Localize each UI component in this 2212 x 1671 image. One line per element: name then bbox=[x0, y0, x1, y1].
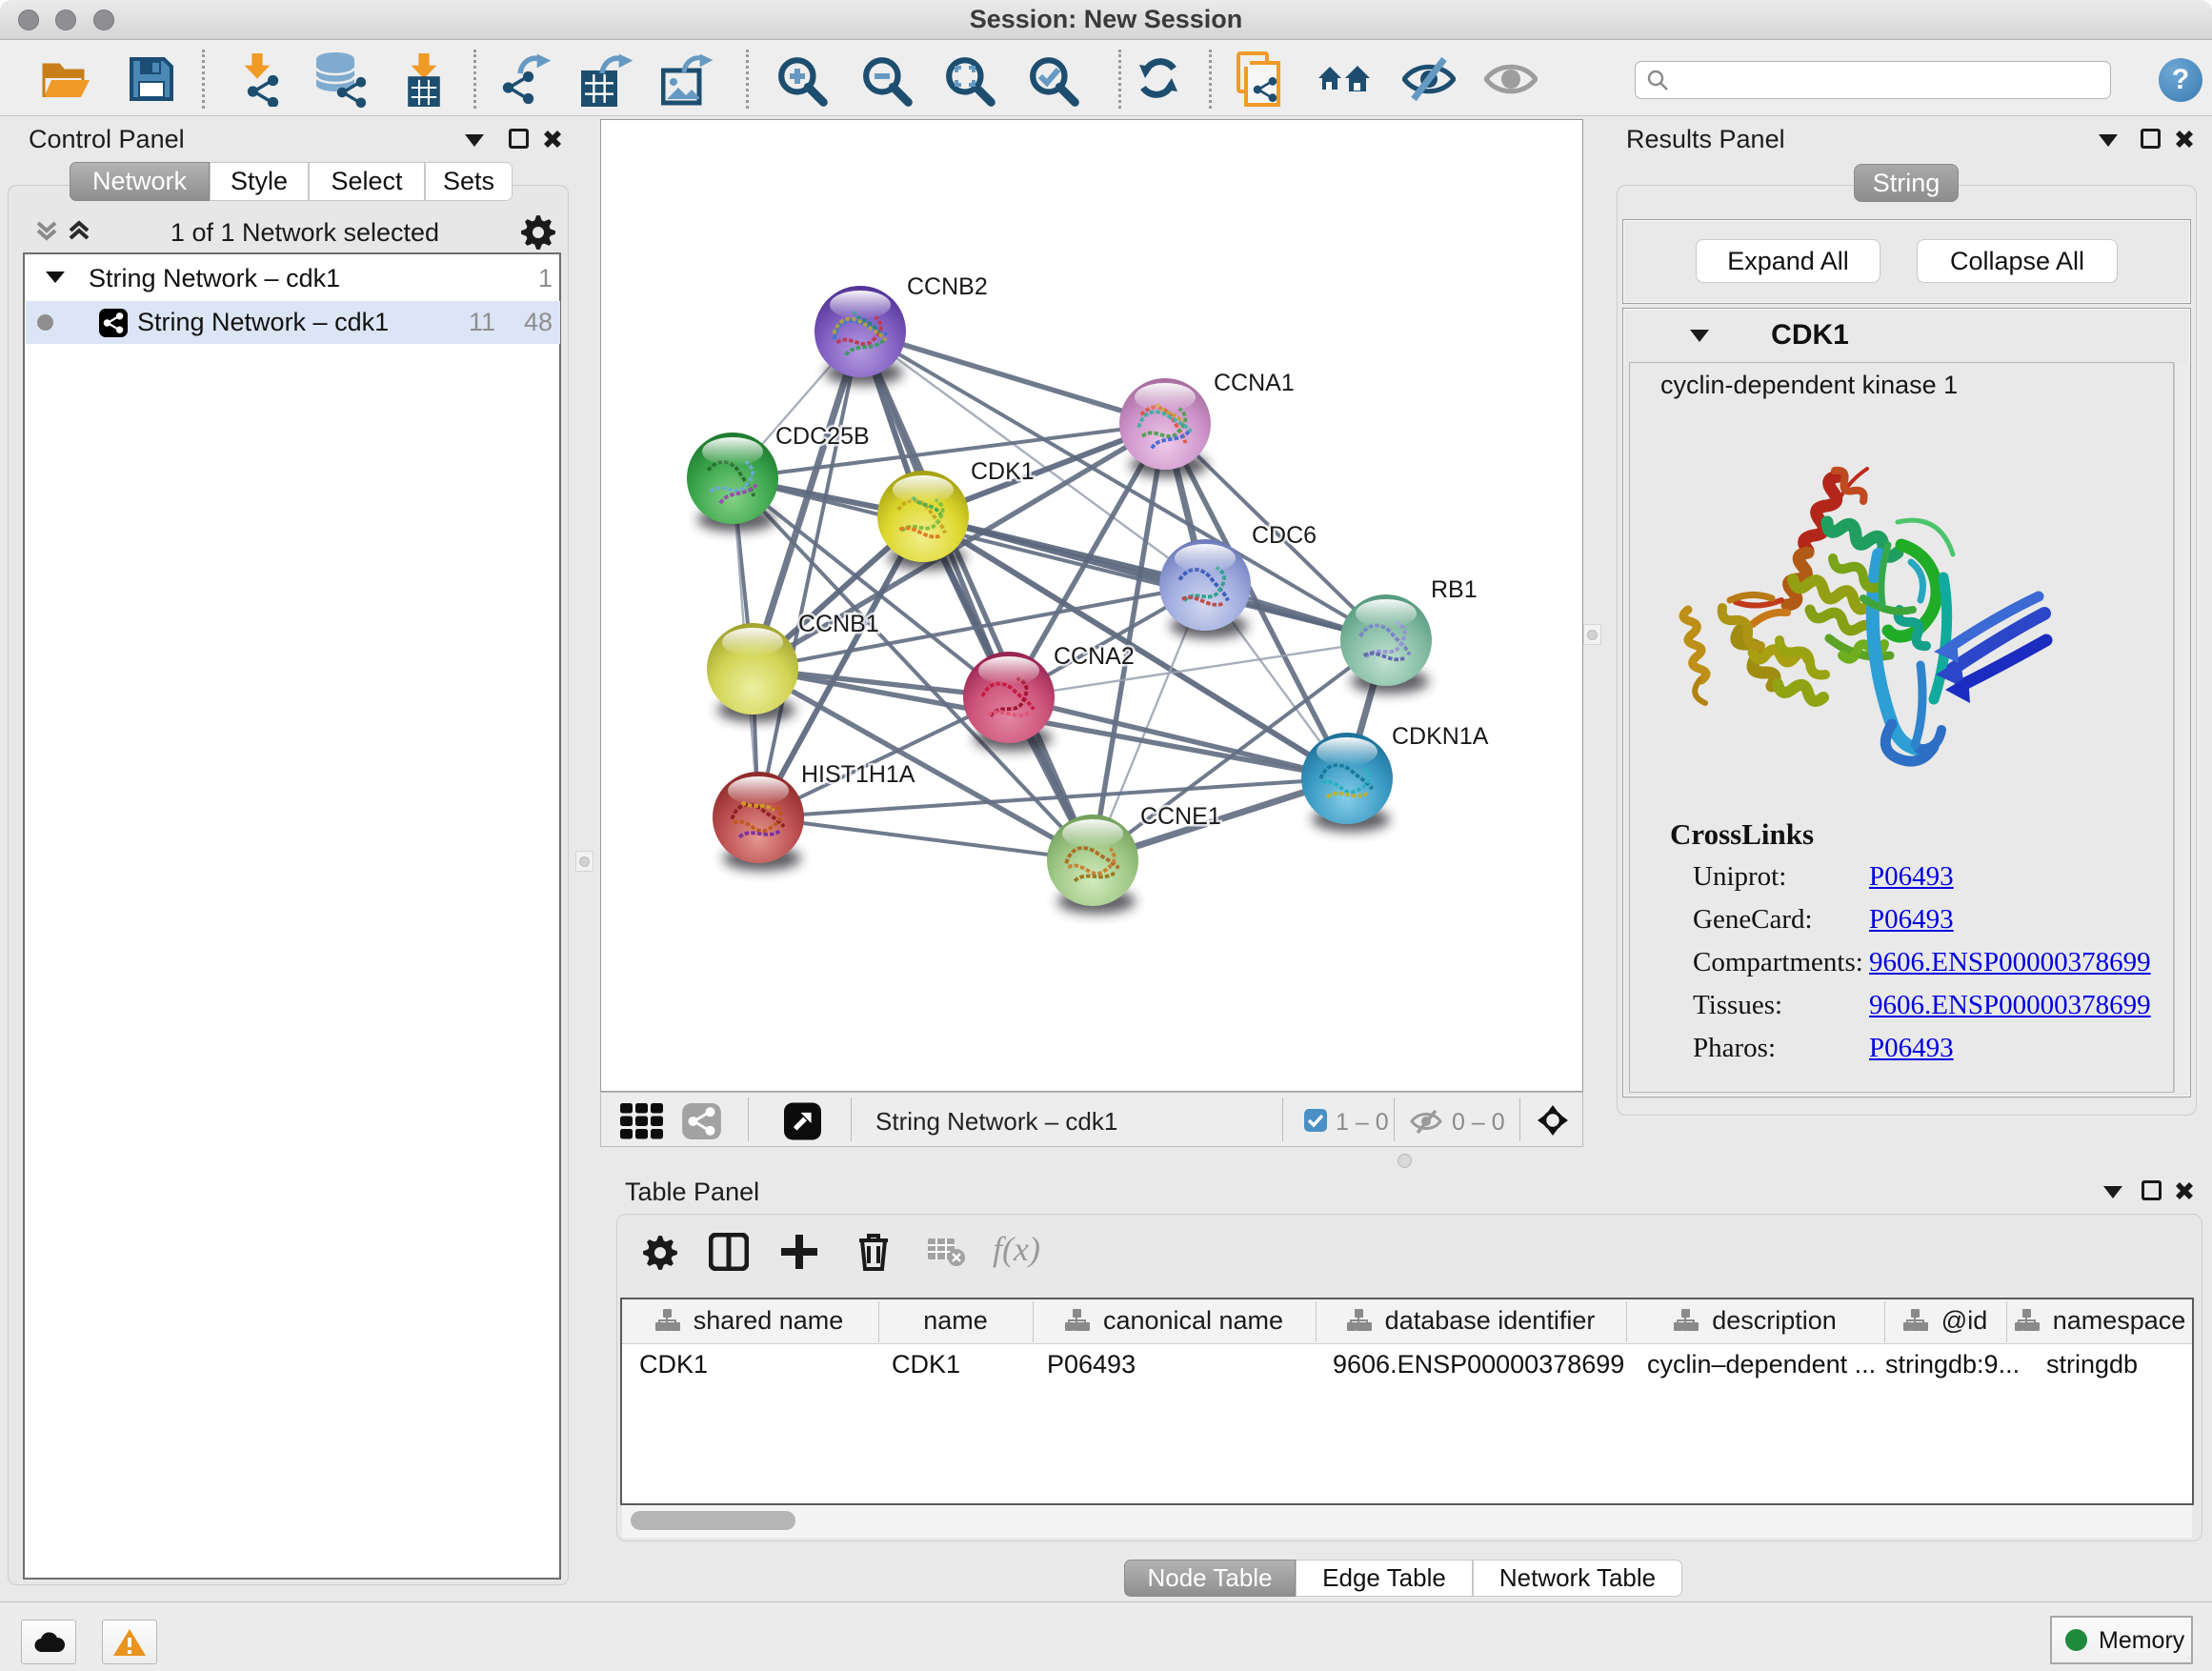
svg-text:CCNB2: CCNB2 bbox=[907, 273, 988, 300]
svg-text:CCNE1: CCNE1 bbox=[1140, 803, 1221, 830]
svg-text:CDK1: CDK1 bbox=[971, 458, 1035, 485]
svg-text:CDC6: CDC6 bbox=[1252, 522, 1317, 549]
svg-text:CDC25B: CDC25B bbox=[775, 423, 870, 450]
svg-text:CCNA2: CCNA2 bbox=[1054, 643, 1135, 670]
svg-text:HIST1H1A: HIST1H1A bbox=[801, 761, 915, 788]
svg-text:RB1: RB1 bbox=[1431, 576, 1478, 603]
svg-text:CCNB1: CCNB1 bbox=[798, 611, 879, 637]
svg-text:CDKN1A: CDKN1A bbox=[1392, 723, 1489, 750]
svg-text:CCNA1: CCNA1 bbox=[1214, 370, 1295, 396]
